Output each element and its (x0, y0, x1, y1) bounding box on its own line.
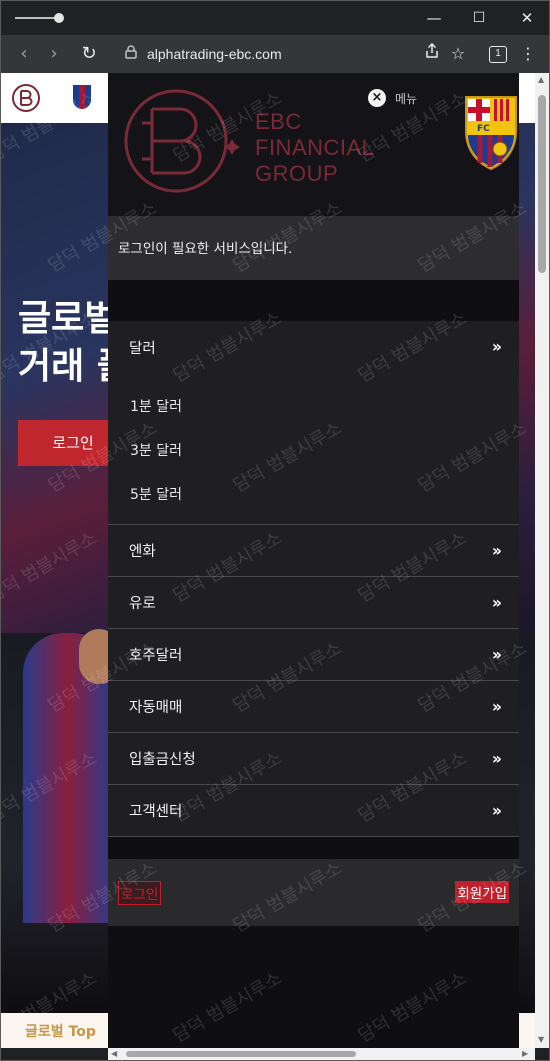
bottom-title: 글로벌 Top (25, 1024, 96, 1040)
horizontal-scroll-thumb[interactable] (126, 1051, 356, 1057)
menu-item-label: 호주달러 (129, 648, 183, 664)
ebc-logo-icon (124, 89, 240, 193)
back-icon[interactable]: ‹ (11, 41, 37, 67)
tab-count-button[interactable]: 1 (489, 46, 507, 63)
menu-item-label: 고객센터 (129, 804, 183, 820)
double-chevron-right-icon: ›› (491, 337, 502, 356)
url-text[interactable]: alphatrading-ebc.com (147, 46, 282, 62)
scroll-up-icon[interactable]: ▲ (538, 75, 544, 84)
menu-item-label: 유로 (129, 596, 156, 612)
close-window-button[interactable]: ✕ (515, 7, 539, 29)
submenu-item-1min-dollar[interactable]: 1분 달러 (130, 396, 182, 416)
double-chevron-right-icon: ›› (491, 749, 502, 768)
double-chevron-right-icon: ›› (491, 541, 502, 560)
menu-item-euro[interactable]: 유로 ›› (108, 577, 519, 629)
notice-text: 로그인이 필요한 서비스입니다. (118, 241, 293, 257)
barca-small-crest-icon (73, 85, 91, 109)
menu-list: 달러 ›› 1분 달러 3분 달러 5분 달러 엔화 ›› 유로 ›› 호주달러… (108, 321, 519, 837)
double-chevron-right-icon: ›› (491, 697, 502, 716)
scroll-left-icon[interactable]: ◀ (111, 1049, 117, 1058)
bookmark-star-icon[interactable]: ☆ (445, 41, 471, 67)
fc-barcelona-crest-icon: FC (465, 96, 517, 171)
scroll-right-icon[interactable]: ▶ (522, 1049, 528, 1058)
menu-item-auto-trading[interactable]: 자동매매 ›› (108, 681, 519, 733)
crest-letters: FC (477, 124, 490, 134)
dollar-submenu: 1분 달러 3분 달러 5분 달러 (108, 373, 519, 525)
logo-line-2: FINANCIAL (255, 135, 375, 160)
logo-line-1: EBC (255, 109, 302, 134)
drawer-header: EBC FINANCIAL GROUP × 메뉴 FC (108, 73, 519, 216)
reload-icon[interactable]: ↻ (76, 41, 102, 67)
menu-item-customer-center[interactable]: 고객센터 ›› (108, 785, 519, 837)
media-slider-knob[interactable] (54, 13, 64, 23)
menu-item-yen[interactable]: 엔화 ›› (108, 525, 519, 577)
signup-button[interactable]: 회원가입 (455, 881, 509, 903)
login-button[interactable]: 로그인 (118, 881, 162, 905)
vertical-scrollbar[interactable]: ▲ ▼ (535, 73, 549, 1048)
menu-label: 메뉴 (395, 92, 418, 106)
title-bar: — ☐ ✕ (1, 1, 549, 35)
share-icon[interactable] (419, 41, 445, 67)
browser-toolbar: ‹ › ↻ alphatrading-ebc.com ☆ 1 ⋮ (1, 35, 549, 73)
close-icon[interactable]: × (368, 89, 386, 107)
login-required-notice: 로그인이 필요한 서비스입니다. (108, 216, 519, 280)
menu-item-label: 입출금신청 (129, 752, 196, 768)
menu-item-dollar[interactable]: 달러 ›› (108, 321, 519, 373)
double-chevron-right-icon: ›› (491, 593, 502, 612)
lock-icon[interactable] (125, 45, 137, 63)
minimize-button[interactable]: — (422, 7, 446, 29)
menu-item-label: 달러 (129, 340, 156, 357)
maximize-button[interactable]: ☐ (467, 7, 491, 29)
double-chevron-right-icon: ›› (491, 645, 502, 664)
submenu-item-5min-dollar[interactable]: 5분 달러 (130, 484, 182, 504)
side-menu-drawer: EBC FINANCIAL GROUP × 메뉴 FC 로그인이 필요한 서비스… (108, 73, 519, 1048)
logo-line-3: GROUP (255, 161, 339, 186)
submenu-item-3min-dollar[interactable]: 3분 달러 (130, 440, 182, 460)
header-logo-text (35, 87, 61, 107)
menu-item-label: 엔화 (129, 544, 156, 560)
browser-window: — ☐ ✕ ‹ › ↻ alphatrading-ebc.com ☆ 1 ⋮ 글… (0, 0, 550, 1061)
vertical-scroll-thumb[interactable] (538, 95, 546, 273)
auth-bar: 로그인 회원가입 (108, 859, 519, 926)
menu-item-label: 자동매매 (129, 700, 183, 716)
scroll-down-icon[interactable]: ▼ (538, 1035, 544, 1044)
double-chevron-right-icon: ›› (491, 801, 502, 820)
web-page: 글로벌 베스트 거래 플랫폼 로그인 글로벌 Top EBC FINANCIAL… (1, 73, 535, 1048)
logo-wordmark: EBC FINANCIAL GROUP (255, 109, 374, 187)
forward-icon[interactable]: › (41, 41, 67, 67)
menu-item-deposit-withdraw[interactable]: 입출금신청 ›› (108, 733, 519, 785)
horizontal-scrollbar[interactable]: ◀ ▶ (108, 1048, 535, 1060)
menu-item-aud[interactable]: 호주달러 ›› (108, 629, 519, 681)
more-icon[interactable]: ⋮ (515, 41, 541, 67)
